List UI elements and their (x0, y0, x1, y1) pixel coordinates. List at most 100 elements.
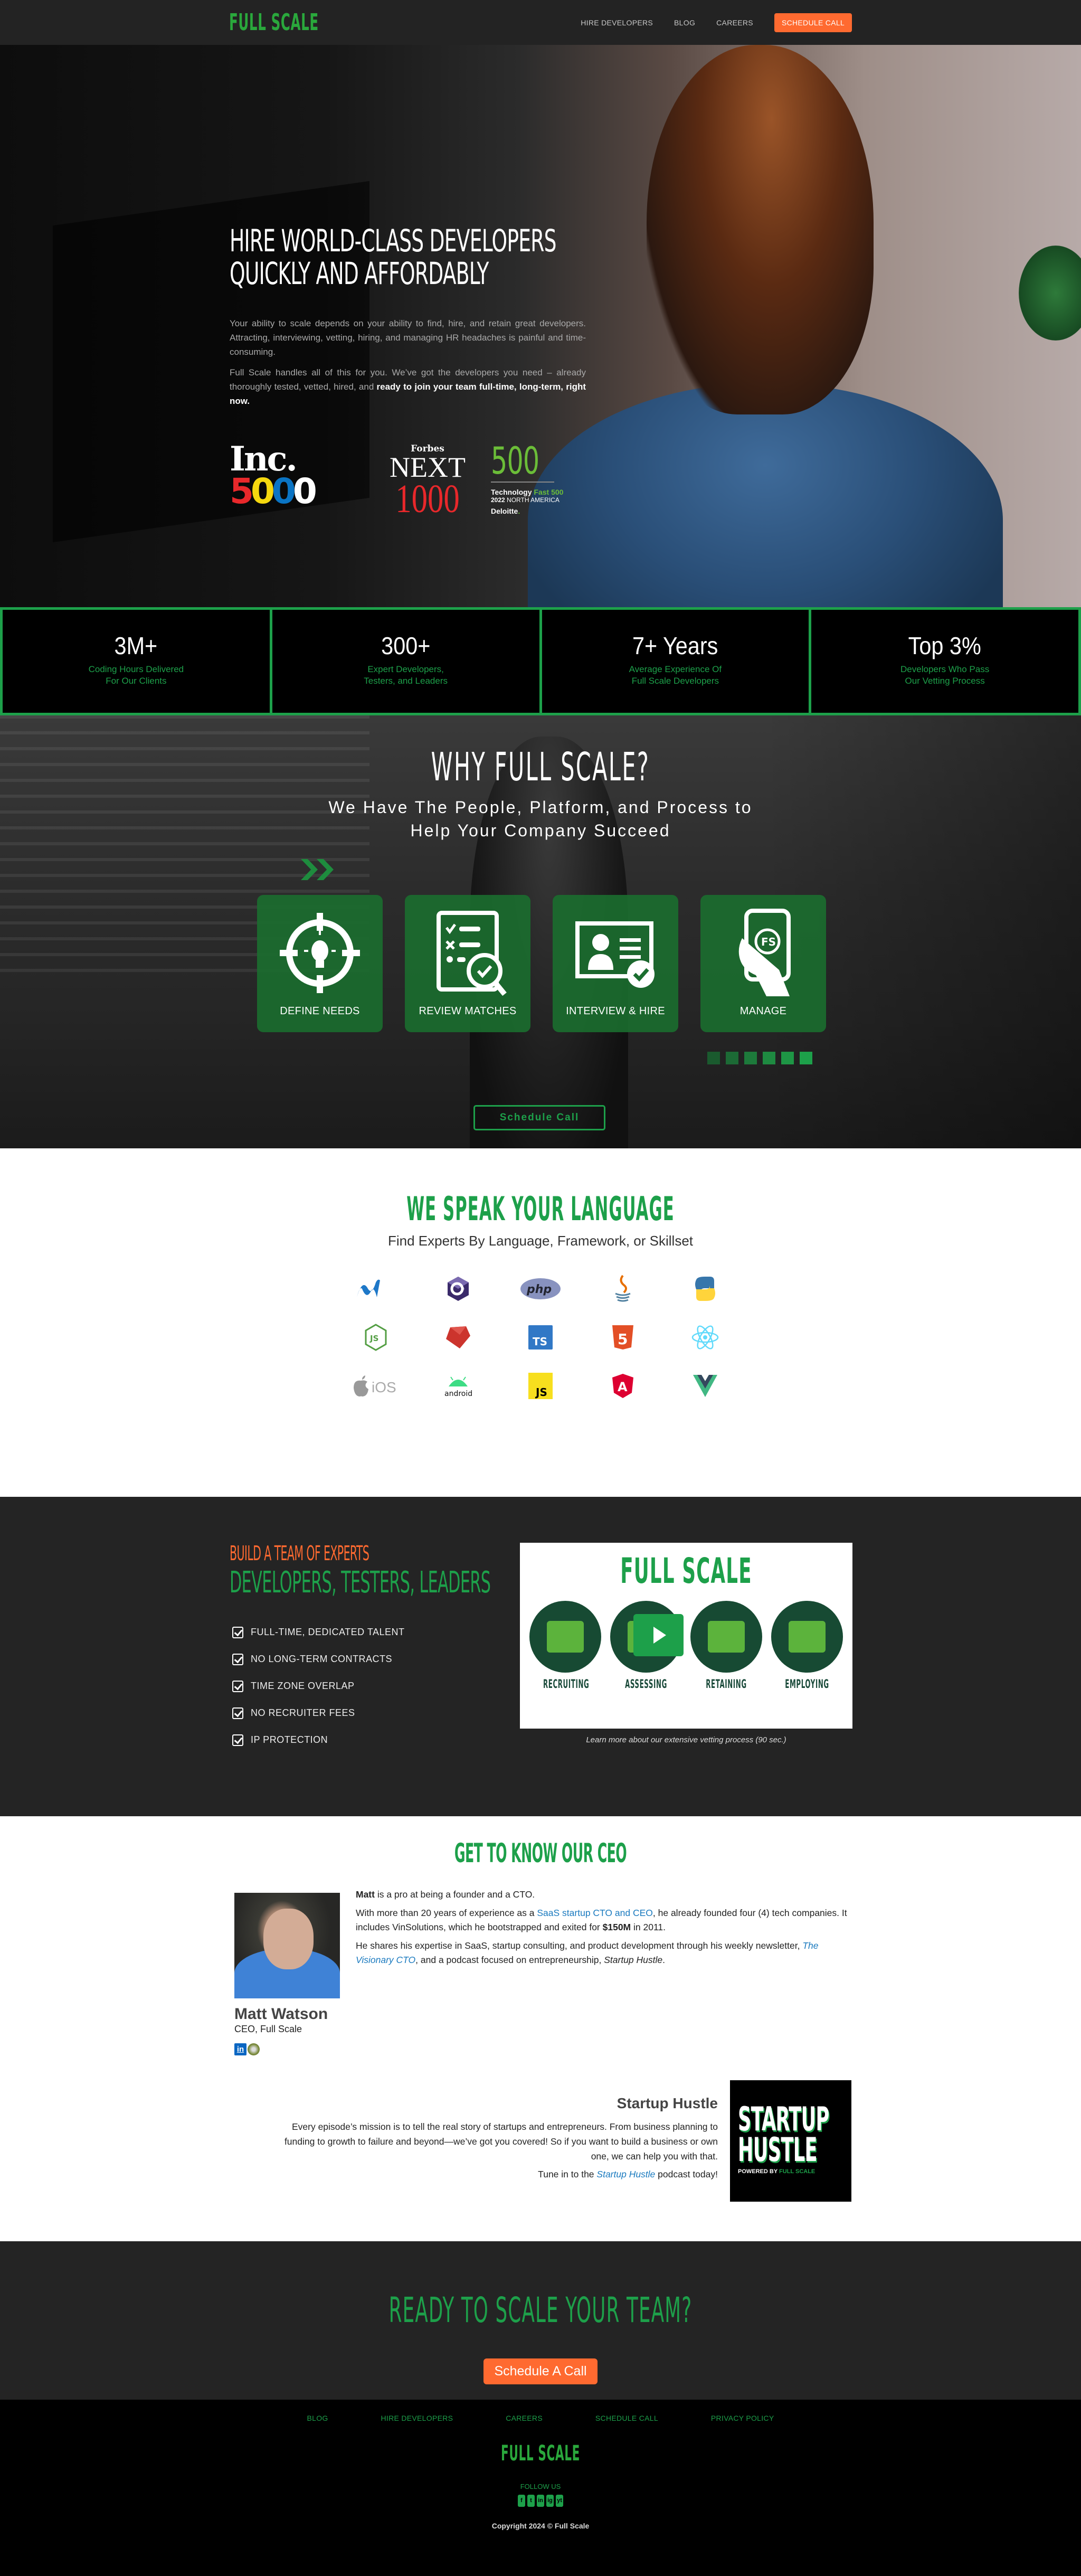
inc-digit: 0 (271, 471, 296, 512)
footer-link-schedule-call[interactable]: SCHEDULE CALL (595, 2414, 658, 2422)
forbes-number: 1000 (395, 477, 460, 521)
carousel-dot[interactable] (763, 1052, 775, 1064)
inc-5000-badge: Inc. 5000 (230, 442, 372, 509)
bio-text: With more than 20 years of experience as… (356, 1908, 537, 1918)
saas-cto-link[interactable]: SaaS startup CTO and CEO (537, 1908, 653, 1918)
carousel-dot[interactable] (800, 1052, 812, 1064)
svg-text:FS: FS (761, 936, 776, 948)
nodejs-icon: JS (335, 1323, 417, 1352)
carousel-dots (707, 1052, 812, 1064)
typescript-icon: TS (499, 1323, 582, 1352)
deloitte-line3: Deloitte. (491, 507, 596, 515)
python-icon (664, 1275, 746, 1303)
carousel-dot[interactable] (707, 1052, 720, 1064)
benefit-label: NO RECRUITER FEES (251, 1707, 355, 1718)
logo[interactable]: FULL SCALE (229, 9, 319, 36)
why-subtitle-line1: We Have The People, Platform, and Proces… (328, 798, 753, 817)
podcast-tune-in: Tune in to the Startup Hustle podcast to… (280, 2167, 718, 2182)
footer-logo[interactable]: FULL SCALE (216, 2442, 865, 2465)
play-icon[interactable] (633, 1614, 684, 1656)
podcast-title: Startup Hustle (617, 2095, 718, 2111)
video-step-recruiting: RECRUITING (528, 1601, 602, 1691)
stats-bar: 3M+ Coding Hours Delivered For Our Client… (0, 607, 1081, 715)
stat-description: Coding Hours Delivered For Our Clients (88, 664, 184, 686)
footer-link-privacy-policy[interactable]: PRIVACY POLICY (711, 2414, 774, 2422)
video-step-label: RETAINING (706, 1678, 747, 1691)
schedule-a-call-button[interactable]: Schedule A Call (483, 2358, 598, 2384)
why-subtitle: We Have The People, Platform, and Proces… (0, 796, 1081, 842)
process-cards: DEFINE NEEDS REVIEW MATCHES INTERVIEW & … (257, 895, 826, 1032)
stat-value: 7+ Years (632, 632, 718, 659)
hero-title-line1: HIRE WORLD-CLASS DEVELOPERS (230, 223, 557, 259)
checkbox-checked-icon (232, 1626, 243, 1638)
hero-paragraph-2: Full Scale handles all of this for you. … (230, 365, 586, 408)
nav-blog[interactable]: BLOG (674, 18, 695, 27)
inc-digit: 0 (292, 471, 317, 512)
card-define-needs[interactable]: DEFINE NEEDS (257, 895, 383, 1032)
footer-link-careers[interactable]: CAREERS (506, 2414, 543, 2422)
card-review-matches[interactable]: REVIEW MATCHES (405, 895, 530, 1032)
follow-us-label: FOLLOW US (520, 2483, 561, 2490)
video-step-label: EMPLOYING (785, 1678, 829, 1691)
card-interview-hire[interactable]: INTERVIEW & HIRE (553, 895, 678, 1032)
why-schedule-call-button[interactable]: Schedule Call (473, 1105, 605, 1130)
nav-careers[interactable]: CAREERS (716, 18, 753, 27)
instagram-icon[interactable]: ig (546, 2495, 554, 2507)
bio-text: in 2011. (631, 1922, 666, 1932)
youtube-icon[interactable]: yt (556, 2495, 563, 2507)
startup-hustle-link[interactable]: Startup Hustle (596, 2169, 655, 2179)
ceo-section: GET TO KNOW OUR CEO Matt Watson CEO, Ful… (0, 1816, 1081, 2241)
stat-description: Average Experience Of Full Scale Develop… (629, 664, 722, 686)
startup-hustle-badge-icon[interactable] (248, 2043, 260, 2055)
nav-hire-developers[interactable]: HIRE DEVELOPERS (581, 18, 653, 27)
footer-link-blog[interactable]: BLOG (307, 2414, 328, 2422)
bio-paragraph-2: With more than 20 years of experience as… (356, 1906, 852, 1935)
benefit-item: TIME ZONE OVERLAP (230, 1673, 515, 1700)
benefits-list: FULL-TIME, DEDICATED TALENT NO LONG-TERM… (230, 1619, 515, 1753)
bio-text: . (662, 1955, 665, 1965)
csharp-icon: # (417, 1275, 499, 1303)
java-icon (582, 1275, 664, 1303)
facebook-icon[interactable]: f (518, 2495, 525, 2507)
card-manage[interactable]: FS MANAGE (700, 895, 826, 1032)
carousel-dot[interactable] (744, 1052, 757, 1064)
schedule-call-button[interactable]: SCHEDULE CALL (774, 13, 852, 32)
hero-background-person (528, 383, 1003, 607)
hero-background-head (647, 45, 874, 414)
stat-experts: 300+ Expert Developers, Testers, and Lead… (269, 607, 542, 715)
cta-section: READY TO SCALE YOUR TEAM? Schedule A Cal… (0, 2241, 1081, 2400)
linkedin-icon[interactable]: in (537, 2495, 544, 2507)
benefit-label: FULL-TIME, DEDICATED TALENT (251, 1627, 405, 1637)
ceo-name: Matt Watson (234, 2005, 328, 2023)
stat-description: Expert Developers, Testers, and Leaders (364, 664, 448, 686)
svg-text:iOS: iOS (372, 1379, 396, 1395)
footer-link-hire-developers[interactable]: HIRE DEVELOPERS (381, 2414, 453, 2422)
forbes-next-1000-badge: Forbes NEXT 1000 (372, 444, 483, 521)
deloitte-fast-500-badge: 500 Technology Fast 500 2022 NORTH AMERI… (491, 442, 596, 515)
card-label: MANAGE (739, 1005, 787, 1017)
startup-hustle-cover[interactable]: STARTUP HUSTLE POWERED BY FULL SCALE (730, 2080, 851, 2202)
card-label: DEFINE NEEDS (280, 1005, 360, 1017)
carousel-dot[interactable] (781, 1052, 794, 1064)
benefit-item: IP PROTECTION (230, 1726, 515, 1753)
inc-digit: 5 (230, 471, 254, 512)
linkedin-icon[interactable]: in (234, 2043, 246, 2055)
employing-icon (771, 1601, 843, 1673)
stat-value: 3M+ (115, 632, 158, 659)
checkbox-checked-icon (232, 1680, 243, 1692)
svg-text:A: A (618, 1380, 628, 1394)
ceo-bio: Matt is a pro at being a founder and a C… (356, 1888, 852, 1971)
tech-logo-grid: # php JS TS 5 iOS android JS A (335, 1275, 746, 1400)
ruby-icon (417, 1323, 499, 1352)
carousel-dot[interactable] (726, 1052, 738, 1064)
svg-text:#: # (461, 1287, 465, 1292)
ceo-social-links: in (234, 2043, 260, 2055)
card-label: INTERVIEW & HIRE (566, 1005, 665, 1017)
checkbox-checked-icon (232, 1707, 243, 1719)
benefit-item: FULL-TIME, DEDICATED TALENT (230, 1619, 515, 1646)
deloitte-region: NORTH AMERICA (505, 496, 560, 504)
profile-check-icon (575, 921, 655, 988)
ceo-photo (234, 1893, 340, 1998)
vetting-video-player[interactable]: FULL SCALE RECRUITING ASSESSING RETAININ… (520, 1543, 852, 1729)
twitter-icon[interactable]: t (527, 2495, 535, 2507)
